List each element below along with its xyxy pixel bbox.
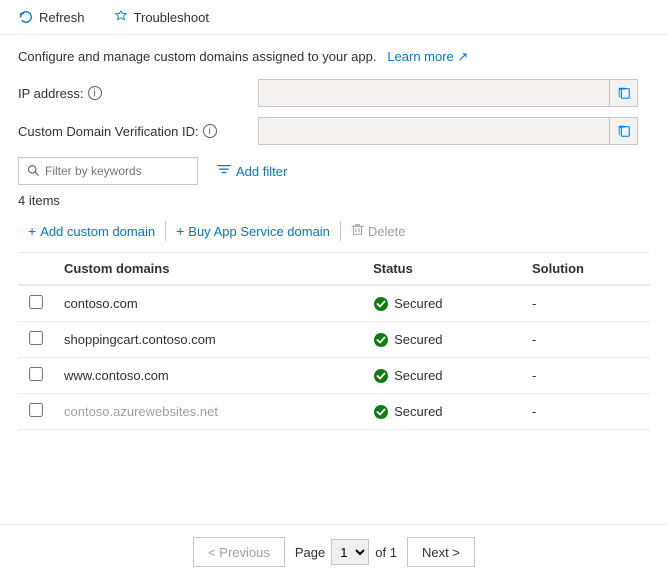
domain-cell: shoppingcart.contoso.com — [54, 322, 363, 358]
next-button[interactable]: Next > — [407, 537, 475, 567]
row-checkbox[interactable] — [29, 367, 43, 381]
toolbar: Refresh Troubleshoot — [0, 0, 668, 35]
search-icon — [27, 164, 39, 179]
custom-domain-id-input-wrap — [258, 117, 638, 145]
domain-cell: contoso.com — [54, 285, 363, 322]
plus-icon-2: + — [176, 224, 184, 238]
status-text: Secured — [394, 296, 442, 311]
solution-text: - — [532, 404, 536, 419]
domain-text: www.contoso.com — [64, 368, 169, 383]
page-select[interactable]: 1 — [331, 539, 369, 565]
copy-icon-2 — [617, 124, 631, 138]
status-cell: Secured — [363, 285, 522, 322]
solution-text: - — [532, 332, 536, 347]
troubleshoot-button[interactable]: Troubleshoot — [107, 6, 215, 28]
solution-cell: - — [522, 358, 650, 394]
troubleshoot-icon — [113, 9, 129, 25]
page-info: Page 1 of 1 — [295, 539, 397, 565]
row-checkbox-cell — [18, 358, 54, 394]
ip-info-icon: i — [88, 86, 102, 100]
items-count: 4 items — [18, 193, 650, 208]
column-solution: Solution — [522, 253, 650, 285]
domain-text: shoppingcart.contoso.com — [64, 332, 216, 347]
domain-cell: www.contoso.com — [54, 358, 363, 394]
solution-text: - — [532, 368, 536, 383]
refresh-button[interactable]: Refresh — [12, 6, 91, 28]
ip-address-row: IP address: i — [18, 79, 650, 107]
custom-domain-copy-button[interactable] — [609, 117, 637, 145]
domain-text: contoso.com — [64, 296, 138, 311]
status-text: Secured — [394, 404, 442, 419]
checkbox-header — [18, 253, 54, 285]
filter-input[interactable] — [45, 164, 175, 178]
copy-icon — [617, 86, 631, 100]
secured-icon — [373, 404, 389, 420]
learn-more-link[interactable]: Learn more ↗ — [384, 49, 469, 64]
secured-icon — [373, 296, 389, 312]
status-cell: Secured — [363, 358, 522, 394]
refresh-icon — [18, 9, 34, 25]
column-status: Status — [363, 253, 522, 285]
column-custom-domains: Custom domains — [54, 253, 363, 285]
domain-text: contoso.azurewebsites.net — [64, 404, 218, 419]
page-label: Page — [295, 545, 325, 560]
refresh-label: Refresh — [39, 10, 85, 25]
table-header-row: Custom domains Status Solution — [18, 253, 650, 285]
main-content: Configure and manage custom domains assi… — [0, 35, 668, 444]
custom-domain-id-row: Custom Domain Verification ID: i — [18, 117, 650, 145]
troubleshoot-label: Troubleshoot — [134, 10, 209, 25]
custom-domain-id-label: Custom Domain Verification ID: i — [18, 124, 258, 139]
table-row: www.contoso.com Secured - — [18, 358, 650, 394]
action-bar: + Add custom domain + Buy App Service do… — [18, 218, 650, 253]
secured-icon — [373, 332, 389, 348]
table-row: contoso.azurewebsites.net Secured - — [18, 394, 650, 430]
row-checkbox[interactable] — [29, 403, 43, 417]
status-text: Secured — [394, 332, 442, 347]
solution-text: - — [532, 296, 536, 311]
row-checkbox[interactable] — [29, 295, 43, 309]
row-checkbox[interactable] — [29, 331, 43, 345]
secured-icon — [373, 368, 389, 384]
ip-address-input-wrap — [258, 79, 638, 107]
row-checkbox-cell — [18, 285, 54, 322]
delete-button[interactable]: Delete — [341, 218, 416, 244]
delete-icon — [351, 223, 364, 239]
solution-cell: - — [522, 394, 650, 430]
table-row: contoso.com Secured - — [18, 285, 650, 322]
status-text: Secured — [394, 368, 442, 383]
domain-cell: contoso.azurewebsites.net — [54, 394, 363, 430]
add-custom-domain-button[interactable]: + Add custom domain — [18, 219, 165, 244]
status-cell: Secured — [363, 322, 522, 358]
ip-address-label: IP address: i — [18, 86, 258, 101]
status-cell: Secured — [363, 394, 522, 430]
external-link-icon: ↗ — [457, 49, 468, 64]
ip-copy-button[interactable] — [609, 79, 637, 107]
custom-domain-info-icon: i — [203, 124, 217, 138]
add-filter-button[interactable]: Add filter — [208, 157, 296, 185]
solution-cell: - — [522, 285, 650, 322]
ip-address-input[interactable] — [259, 86, 609, 101]
pagination: < Previous Page 1 of 1 Next > — [0, 524, 668, 579]
domains-table: Custom domains Status Solution contoso.c… — [18, 253, 650, 430]
buy-app-service-button[interactable]: + Buy App Service domain — [166, 219, 340, 244]
description-row: Configure and manage custom domains assi… — [18, 49, 650, 65]
custom-domain-id-input[interactable] — [259, 124, 609, 139]
filter-row: Add filter — [18, 157, 650, 185]
table-row: shoppingcart.contoso.com Secured - — [18, 322, 650, 358]
previous-button[interactable]: < Previous — [193, 537, 285, 567]
solution-cell: - — [522, 322, 650, 358]
search-box[interactable] — [18, 157, 198, 185]
description-text: Configure and manage custom domains assi… — [18, 49, 376, 64]
filter-icon — [217, 163, 231, 180]
row-checkbox-cell — [18, 394, 54, 430]
of-label: of 1 — [375, 545, 397, 560]
row-checkbox-cell — [18, 322, 54, 358]
plus-icon-1: + — [28, 224, 36, 238]
